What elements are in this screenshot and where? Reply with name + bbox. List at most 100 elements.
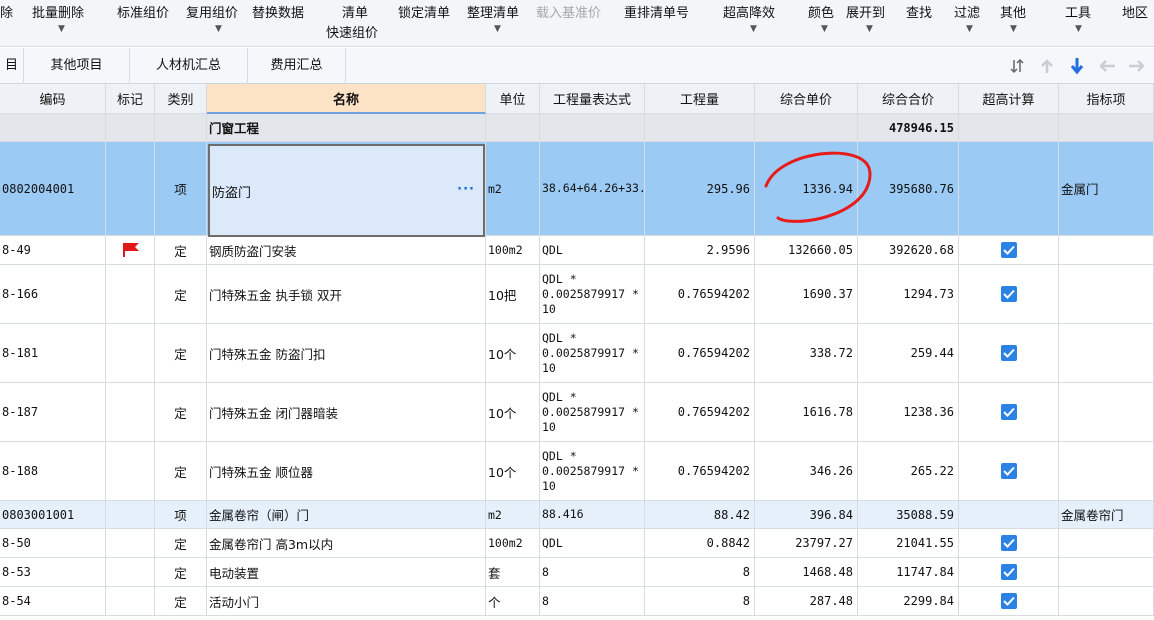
sort-icon[interactable]	[1008, 56, 1026, 76]
toolbar-expand-to-button[interactable]: 展开到	[846, 2, 885, 21]
high-calc-checkbox[interactable]	[959, 324, 1059, 383]
move-top-icon[interactable]	[1038, 56, 1056, 76]
tab-other-items[interactable]: 其他项目	[24, 48, 130, 84]
header-mark[interactable]: 标记	[106, 84, 155, 114]
row-unit: 10把	[486, 265, 540, 324]
row-name[interactable]: 金属卷帘（闸）门	[207, 501, 486, 529]
name-edit-cell[interactable]: 防盗门 ···	[208, 144, 485, 237]
row-expression[interactable]: QDL * 0.0025879917 * 10	[540, 265, 645, 324]
row-name[interactable]: 门特殊五金 闭门器暗装	[207, 383, 486, 442]
move-right-icon[interactable]	[1128, 56, 1146, 76]
toolbar-batch-delete-button[interactable]: 批量删除	[32, 2, 84, 21]
toolbar-tools-button[interactable]: 工具	[1065, 2, 1091, 21]
row-total-price: 2299.84	[858, 587, 959, 616]
table-row[interactable]: 8-53 定 电动装置 套 8 8 1468.48 11747.84	[0, 558, 1154, 587]
row-name[interactable]: 金属卷帘门 高3m以内	[207, 529, 486, 558]
toolbar-standard-price-button[interactable]: 标准组价	[117, 2, 169, 21]
checkmark-icon	[1000, 345, 1017, 361]
header-expression[interactable]: 工程量表达式	[540, 84, 645, 114]
row-expression[interactable]: 8	[540, 558, 645, 587]
chevron-down-icon[interactable]: ▼	[821, 24, 828, 34]
toolbar-quick-price-button[interactable]: 快速组价	[326, 22, 378, 41]
table-row[interactable]: 8-54 定 活动小门 个 8 8 287.48 2299.84	[0, 587, 1154, 616]
row-expression[interactable]: QDL	[540, 529, 645, 558]
row-expression[interactable]: 8	[540, 587, 645, 616]
row-name[interactable]: 门特殊五金 执手锁 双开	[207, 265, 486, 324]
toolbar-load-base-price-button[interactable]: 载入基准价	[536, 2, 601, 21]
high-calc-checkbox[interactable]	[959, 236, 1059, 265]
row-expression[interactable]: QDL * 0.0025879917 * 10	[540, 442, 645, 501]
group-row[interactable]: 门窗工程 478946.15	[0, 114, 1154, 142]
row-unit: 套	[486, 558, 540, 587]
move-left-icon[interactable]	[1098, 56, 1116, 76]
toolbar-reuse-price-button[interactable]: 复用组价	[186, 2, 238, 21]
high-calc-checkbox[interactable]	[959, 558, 1059, 587]
chevron-down-icon[interactable]: ▼	[215, 24, 222, 34]
nav-icons	[1008, 54, 1146, 78]
toolbar-lock-list-button[interactable]: 锁定清单	[398, 2, 450, 21]
table-row[interactable]: 8-188 定 门特殊五金 顺位器 10个 QDL * 0.0025879917…	[0, 442, 1154, 501]
toolbar-renumber-button[interactable]: 重排清单号	[624, 2, 689, 21]
chevron-down-icon[interactable]: ▼	[58, 24, 65, 34]
header-type[interactable]: 类别	[155, 84, 207, 114]
toolbar-delete-button[interactable]: 除	[0, 2, 13, 21]
high-calc-checkbox[interactable]	[959, 383, 1059, 442]
chevron-down-icon[interactable]: ▼	[866, 24, 873, 34]
row-name[interactable]: 门特殊五金 防盗门扣	[207, 324, 486, 383]
header-quantity[interactable]: 工程量	[645, 84, 755, 114]
high-calc-checkbox[interactable]	[959, 442, 1059, 501]
chevron-down-icon[interactable]: ▼	[1075, 24, 1082, 34]
toolbar-other-button[interactable]: 其他	[1000, 2, 1026, 21]
row-expression[interactable]: QDL * 0.0025879917 * 10	[540, 324, 645, 383]
row-expression[interactable]: 38.64+64.26+33.81+2.28+14.7+12.96+99.47+…	[540, 142, 645, 236]
high-calc-checkbox[interactable]	[959, 265, 1059, 324]
table-row[interactable]: 8-181 定 门特殊五金 防盗门扣 10个 QDL * 0.002587991…	[0, 324, 1154, 383]
row-name[interactable]: 活动小门	[207, 587, 486, 616]
header-total-price[interactable]: 综合合价	[858, 84, 959, 114]
table-row[interactable]: 0802004001 项 m2 38.64+64.26+33.81+2.28+1…	[0, 142, 1154, 236]
header-unit[interactable]: 单位	[486, 84, 540, 114]
group-name: 门窗工程	[207, 114, 486, 142]
table-row[interactable]: 8-49 定 钢质防盗门安装 100m2 QDL 2.9596 132660.0…	[0, 236, 1154, 265]
tab-labor-material-summary[interactable]: 人材机汇总	[130, 48, 248, 84]
row-name[interactable]: 钢质防盗门安装	[207, 236, 486, 265]
chevron-down-icon[interactable]: ▼	[966, 24, 973, 34]
tab-project[interactable]: 目	[0, 48, 24, 84]
chevron-down-icon[interactable]: ▼	[494, 24, 501, 34]
move-down-icon[interactable]	[1068, 56, 1086, 76]
row-total-price: 259.44	[858, 324, 959, 383]
table-row[interactable]: 8-187 定 门特殊五金 闭门器暗装 10个 QDL * 0.00258799…	[0, 383, 1154, 442]
toolbar-qingdan-button[interactable]: 清单	[342, 2, 368, 21]
toolbar-organize-list-button[interactable]: 整理清单	[467, 2, 519, 21]
toolbar-color-button[interactable]: 颜色	[808, 2, 834, 21]
table-row[interactable]: 0803001001 项 金属卷帘（闸）门 m2 88.416 88.42 39…	[0, 501, 1154, 529]
high-calc-checkbox[interactable]	[959, 587, 1059, 616]
toolbar-find-button[interactable]: 查找	[906, 2, 932, 21]
name-edit-value[interactable]: 防盗门	[212, 182, 251, 201]
high-calc-checkbox[interactable]	[959, 529, 1059, 558]
row-type: 定	[155, 529, 207, 558]
toolbar-high-reduce-button[interactable]: 超高降效	[723, 2, 775, 21]
row-index-item: 金属门	[1059, 142, 1154, 236]
more-options-icon[interactable]: ···	[457, 182, 475, 197]
row-expression[interactable]: 88.416	[540, 501, 645, 529]
chevron-down-icon[interactable]: ▼	[750, 24, 757, 34]
header-code[interactable]: 编码	[0, 84, 106, 114]
chevron-down-icon[interactable]: ▼	[1010, 24, 1017, 34]
row-name[interactable]: 门特殊五金 顺位器	[207, 442, 486, 501]
header-high-calc[interactable]: 超高计算	[959, 84, 1059, 114]
header-unit-price[interactable]: 综合单价	[755, 84, 858, 114]
row-code: 8-49	[0, 236, 106, 265]
toolbar-replace-data-button[interactable]: 替换数据	[252, 2, 304, 21]
toolbar-filter-button[interactable]: 过滤	[954, 2, 980, 21]
row-expression[interactable]: QDL	[540, 236, 645, 265]
table-row[interactable]: 8-50 定 金属卷帘门 高3m以内 100m2 QDL 0.8842 2379…	[0, 529, 1154, 558]
header-name[interactable]: 名称	[207, 84, 486, 114]
tab-fee-summary[interactable]: 费用汇总	[248, 48, 346, 84]
table-row[interactable]: 8-166 定 门特殊五金 执手锁 双开 10把 QDL * 0.0025879…	[0, 265, 1154, 324]
row-total-price: 35088.59	[858, 501, 959, 529]
row-expression[interactable]: QDL * 0.0025879917 * 10	[540, 383, 645, 442]
row-name[interactable]: 电动装置	[207, 558, 486, 587]
toolbar-region-button[interactable]: 地区	[1122, 2, 1148, 21]
header-index-item[interactable]: 指标项	[1059, 84, 1154, 114]
